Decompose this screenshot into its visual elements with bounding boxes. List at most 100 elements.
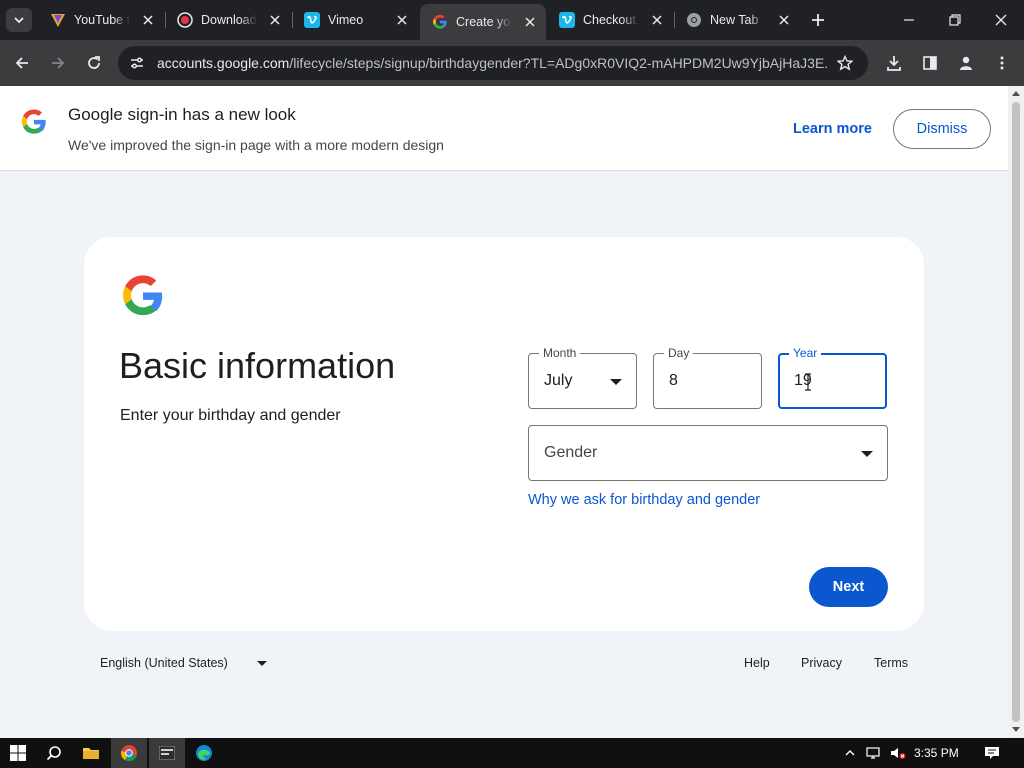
reload-button[interactable] xyxy=(83,52,105,74)
close-icon[interactable] xyxy=(649,12,665,28)
folder-icon xyxy=(83,748,99,759)
record-icon xyxy=(177,12,193,28)
tab-new-tab[interactable]: New Tab xyxy=(674,6,800,34)
signup-card: Basic information Enter your birthday an… xyxy=(84,237,924,631)
edge-icon xyxy=(196,745,212,761)
privacy-link[interactable]: Privacy xyxy=(801,656,842,670)
url-text[interactable]: accounts.google.com/lifecycle/steps/sign… xyxy=(157,55,829,71)
google-logo-icon xyxy=(123,275,163,316)
url-path: /lifecycle/steps/signup/birthdaygender?T… xyxy=(289,55,829,71)
chrome-icon xyxy=(120,745,137,762)
close-icon[interactable] xyxy=(267,12,283,28)
dropdown-arrow-icon xyxy=(861,451,873,457)
close-icon[interactable] xyxy=(522,14,538,30)
dismiss-button[interactable]: Dismiss xyxy=(893,109,991,149)
banner-subtitle: We've improved the sign-in page with a m… xyxy=(68,137,444,153)
tab-title: New Tab xyxy=(710,13,759,27)
tab-search-button[interactable] xyxy=(6,8,32,32)
help-link[interactable]: Help xyxy=(744,656,770,670)
youtube-converter-icon xyxy=(50,12,66,28)
tab-title: Create your xyxy=(456,15,512,29)
start-button[interactable] xyxy=(0,738,36,768)
scroll-thumb[interactable] xyxy=(1012,102,1020,722)
tab-checkout[interactable]: Checkout xyxy=(547,6,673,34)
windows-taskbar: 3:35 PM xyxy=(0,738,1024,768)
tab-title: Checkout xyxy=(583,13,636,27)
profile-icon xyxy=(960,56,972,70)
tab-title: Download xyxy=(201,13,257,27)
taskbar-app[interactable] xyxy=(149,738,185,768)
close-window-button[interactable] xyxy=(978,0,1024,40)
minimize-button[interactable] xyxy=(886,0,932,40)
side-panel-icon xyxy=(923,56,937,70)
year-input[interactable]: Year 19 xyxy=(778,346,887,409)
terms-link[interactable]: Terms xyxy=(874,656,908,670)
taskbar-file-explorer[interactable] xyxy=(73,738,109,768)
close-icon[interactable] xyxy=(140,12,156,28)
tab-youtube-converter[interactable]: YouTube to xyxy=(38,6,164,34)
google-icon xyxy=(432,14,448,30)
banner-title: Google sign-in has a new look xyxy=(68,105,296,124)
volume-muted-icon xyxy=(891,748,906,759)
month-select[interactable]: Month July xyxy=(528,346,637,409)
reload-icon xyxy=(88,56,100,69)
url-host: accounts.google.com xyxy=(157,55,290,71)
forward-button[interactable] xyxy=(47,52,69,74)
new-look-banner: Google sign-in has a new look We've impr… xyxy=(0,86,1008,171)
next-button[interactable]: Next xyxy=(809,567,888,607)
taskbar-chrome[interactable] xyxy=(111,738,147,768)
text-cursor-icon xyxy=(805,373,811,391)
tab-title: Vimeo xyxy=(328,13,364,27)
restore-icon xyxy=(949,14,961,26)
day-label: Day xyxy=(664,346,694,360)
chevron-up-icon xyxy=(845,750,855,756)
taskbar-edge[interactable] xyxy=(186,738,222,768)
learn-more-link[interactable]: Learn more xyxy=(793,121,872,137)
gender-select[interactable]: Gender xyxy=(528,425,888,481)
browser-menu-button[interactable] xyxy=(991,52,1013,74)
tab-create-account[interactable]: Create your xyxy=(420,4,546,40)
arrow-right-icon xyxy=(52,57,65,69)
close-icon xyxy=(995,14,1007,26)
gender-placeholder: Gender xyxy=(544,444,598,461)
page-content: Google sign-in has a new look We've impr… xyxy=(0,86,1008,738)
dropdown-arrow-icon xyxy=(610,379,622,385)
page-title: Basic information xyxy=(119,345,396,386)
minimize-icon xyxy=(904,19,914,21)
vimeo-icon xyxy=(304,12,320,28)
google-logo-icon xyxy=(21,109,46,134)
tab-download[interactable]: Download xyxy=(165,6,291,34)
notification-center-button[interactable] xyxy=(978,738,1006,768)
tray-network-button[interactable] xyxy=(862,738,886,768)
address-bar[interactable]: accounts.google.com/lifecycle/steps/sign… xyxy=(118,46,868,80)
network-icon xyxy=(866,747,880,759)
language-select[interactable]: English (United States) xyxy=(100,656,228,670)
page-scrollbar[interactable] xyxy=(1008,86,1024,738)
bookmark-star-icon[interactable] xyxy=(836,54,854,72)
windows-logo-icon xyxy=(10,745,26,761)
close-icon[interactable] xyxy=(394,12,410,28)
scroll-down-icon[interactable] xyxy=(1012,727,1020,732)
vimeo-icon xyxy=(559,12,575,28)
day-input[interactable]: Day 8 xyxy=(653,346,762,409)
terminal-app-icon xyxy=(159,746,175,760)
taskbar-search-button[interactable] xyxy=(36,738,72,768)
close-icon[interactable] xyxy=(776,12,792,28)
side-panel-button[interactable] xyxy=(919,52,941,74)
profile-button[interactable] xyxy=(955,52,977,74)
page-subtitle: Enter your birthday and gender xyxy=(120,407,341,424)
why-birthday-gender-link[interactable]: Why we ask for birthday and gender xyxy=(528,492,760,508)
tray-volume-button[interactable] xyxy=(886,738,910,768)
tray-overflow-button[interactable] xyxy=(838,738,862,768)
month-label: Month xyxy=(539,346,581,360)
search-icon xyxy=(46,746,61,761)
tab-vimeo[interactable]: Vimeo xyxy=(292,6,418,34)
new-tab-button[interactable] xyxy=(808,10,828,30)
scroll-up-icon[interactable] xyxy=(1012,91,1020,96)
restore-button[interactable] xyxy=(932,0,978,40)
site-settings-icon[interactable] xyxy=(128,54,146,72)
back-button[interactable] xyxy=(11,52,33,74)
dropdown-arrow-icon xyxy=(257,661,267,666)
downloads-button[interactable] xyxy=(883,52,905,74)
taskbar-clock[interactable]: 3:35 PM xyxy=(914,746,959,760)
